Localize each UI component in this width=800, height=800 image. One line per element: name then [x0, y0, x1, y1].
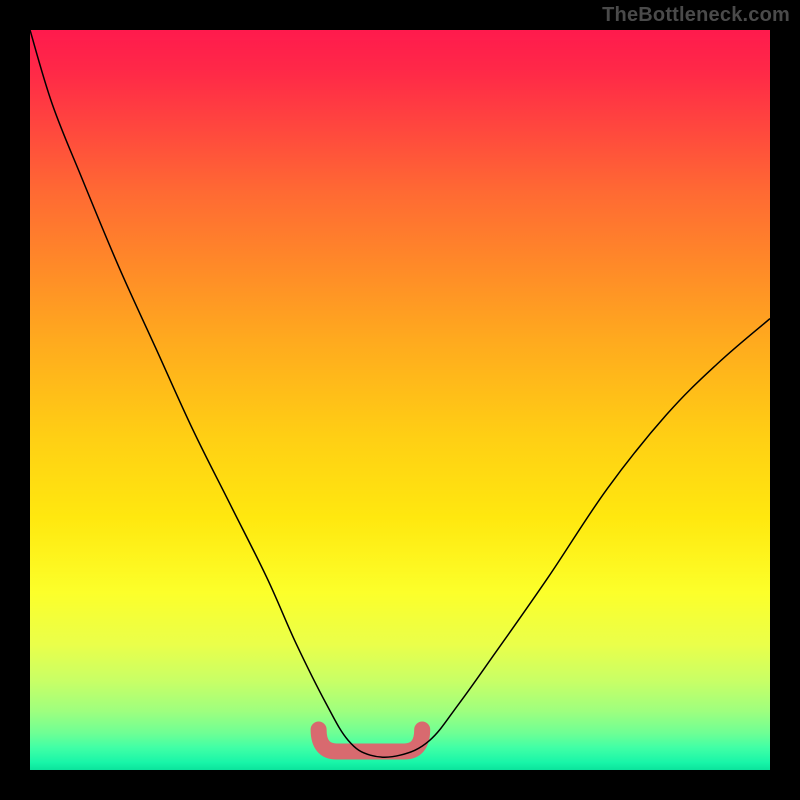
plot-area: [30, 30, 770, 770]
watermark-text: TheBottleneck.com: [602, 4, 790, 27]
bottleneck-curve-path: [30, 30, 770, 757]
bottleneck-curve: [30, 30, 770, 770]
chart-frame: TheBottleneck.com: [0, 0, 800, 800]
